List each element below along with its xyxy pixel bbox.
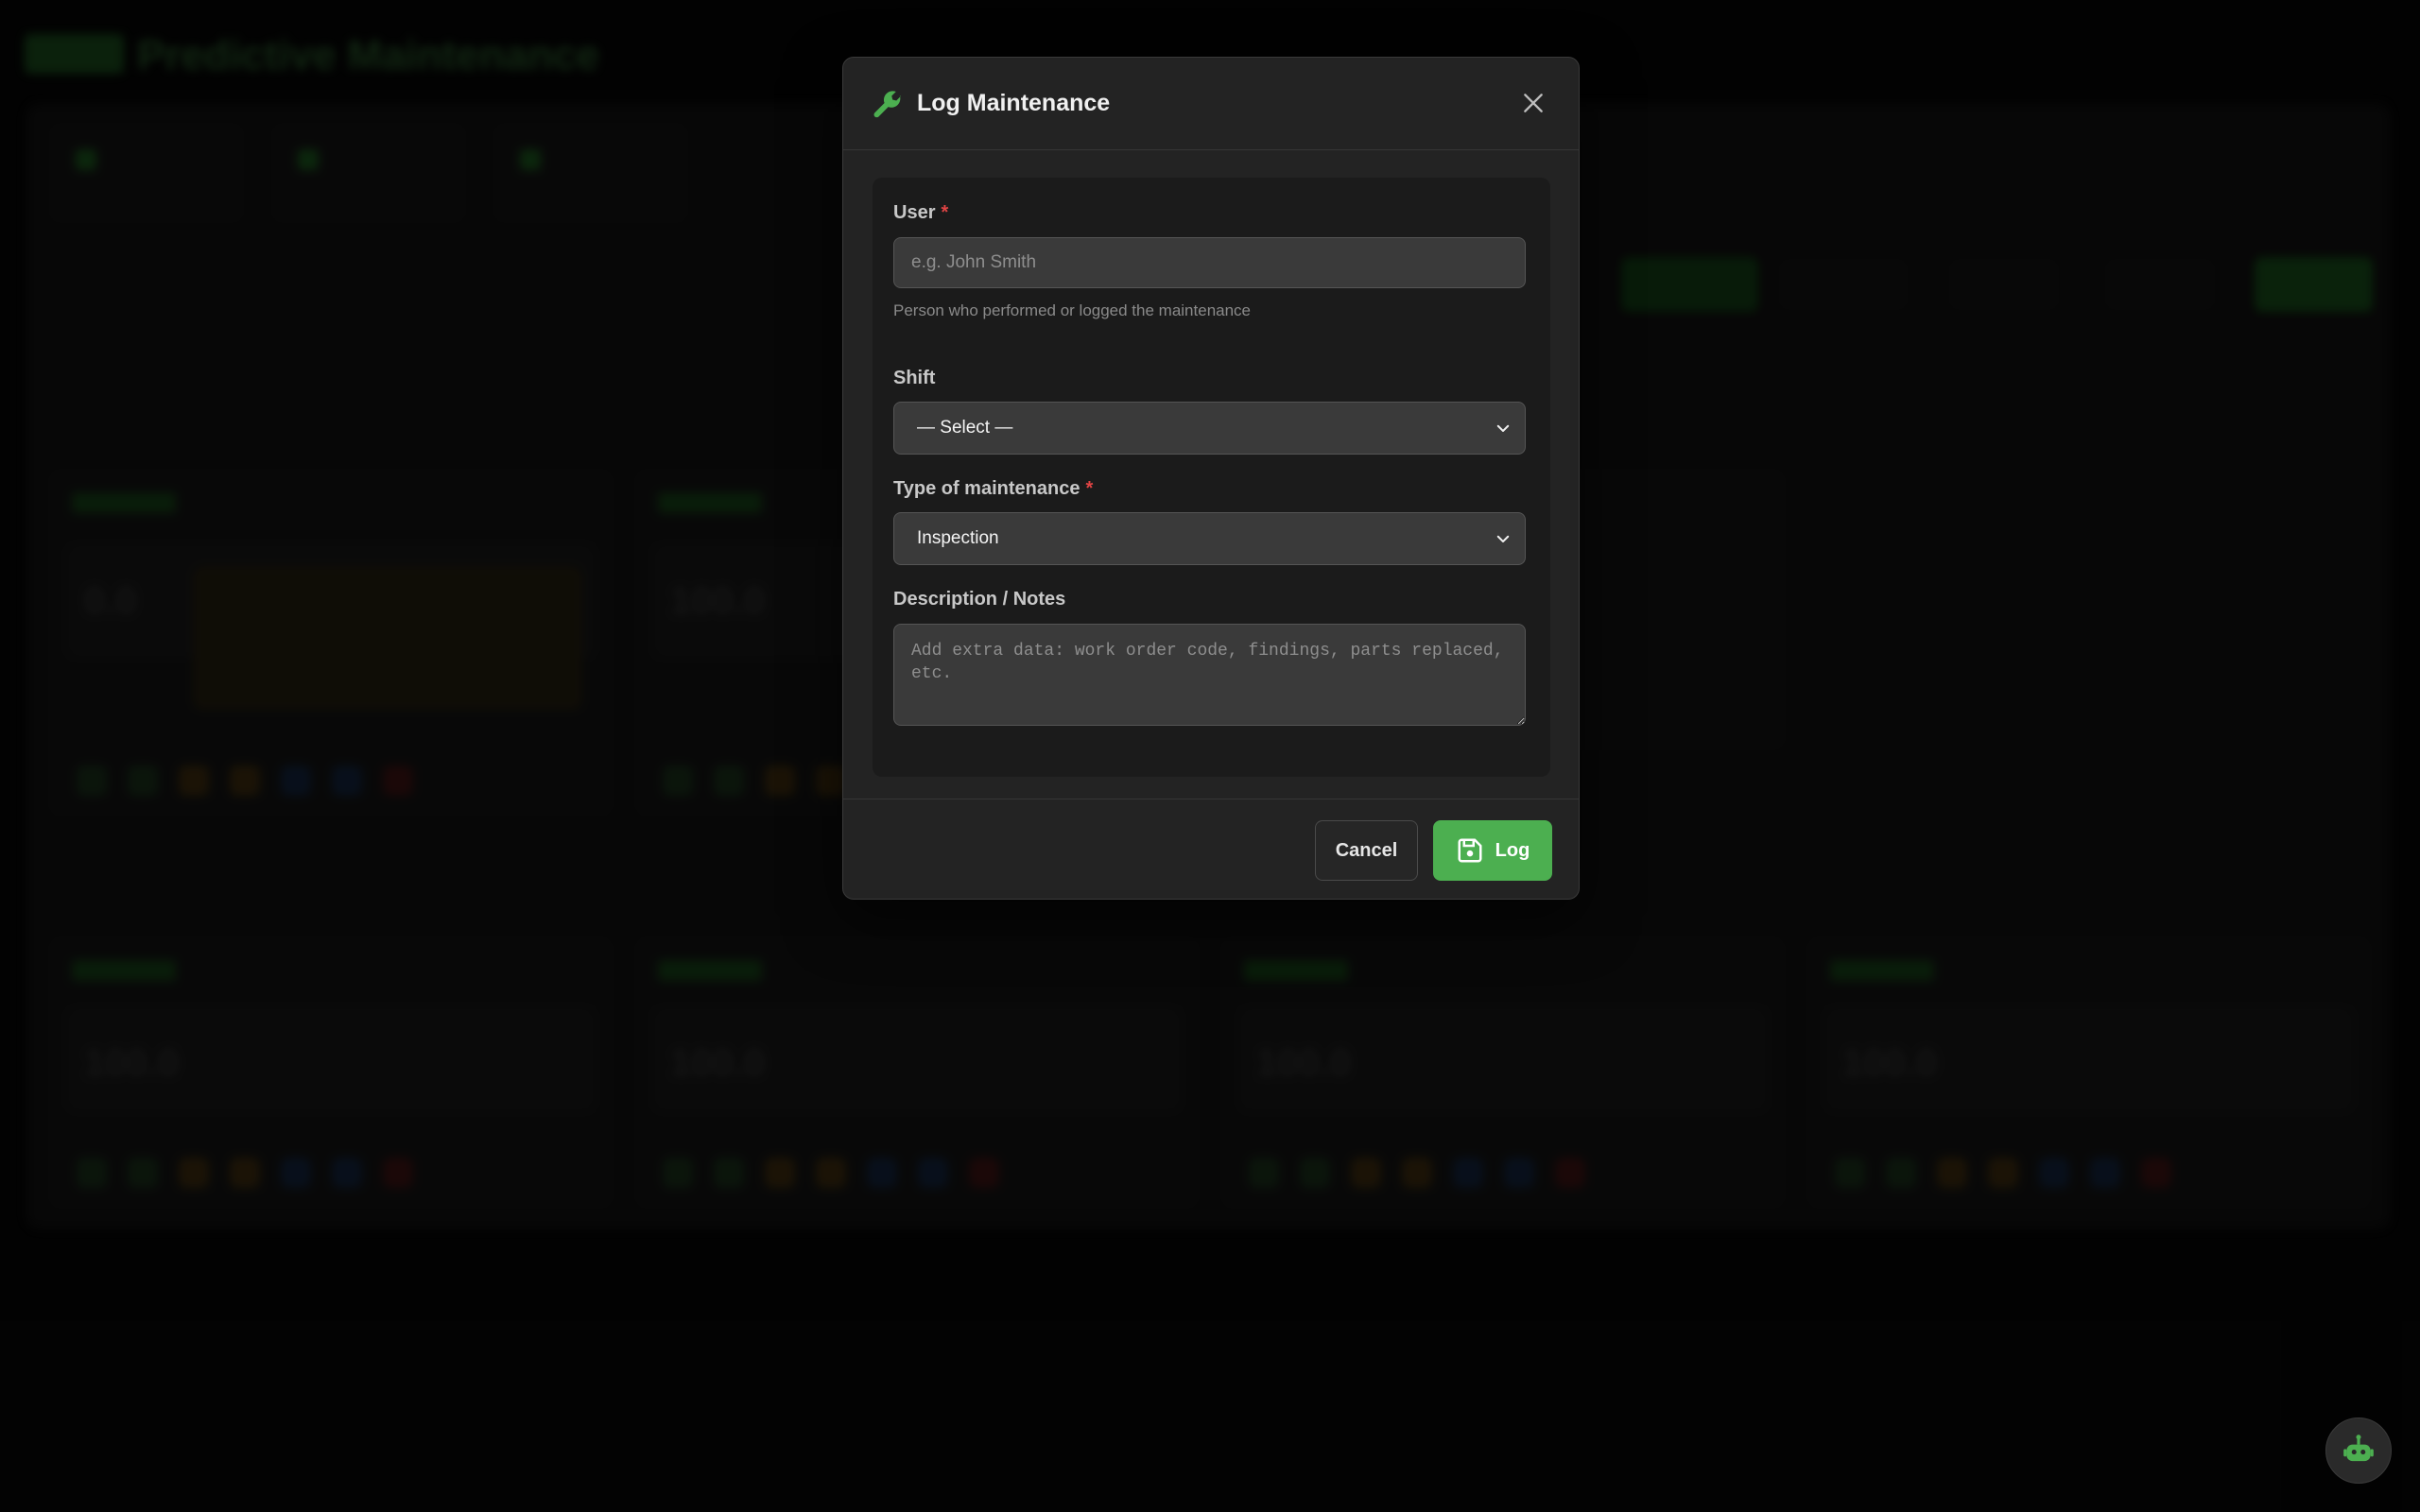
log-button[interactable]: Log [1433, 820, 1552, 881]
maintenance-type-selected-value: Inspection [917, 528, 999, 548]
notes-label: Description / Notes [893, 589, 1066, 610]
close-icon [1524, 94, 1543, 112]
close-button[interactable] [1516, 86, 1550, 120]
log-button-label: Log [1495, 839, 1530, 861]
shift-select[interactable]: — Select — [893, 402, 1526, 455]
user-label: User * [893, 202, 949, 223]
log-maintenance-dialog: Log Maintenance User* Person who perform… [842, 57, 1580, 900]
dialog-header: Log Maintenance [843, 58, 1579, 150]
save-icon [1458, 838, 1482, 863]
dialog-title: Log Maintenance [917, 90, 1111, 116]
chevron-down-icon [1496, 424, 1510, 432]
cancel-button[interactable]: Cancel [1315, 820, 1418, 881]
assistant-button[interactable] [2325, 1418, 2392, 1484]
maintenance-type-select[interactable]: Inspection [893, 512, 1526, 565]
maintenance-form: User* Person who performed or logged the… [873, 178, 1550, 777]
chevron-down-icon [1496, 535, 1510, 542]
wrench-icon [873, 90, 901, 117]
required-mark: * [1085, 478, 1094, 499]
notes-textarea[interactable] [893, 624, 1526, 726]
user-input[interactable] [893, 237, 1526, 288]
robot-icon [2343, 1435, 2374, 1462]
maintenance-type-label: Type of maintenance * [893, 478, 1094, 499]
required-mark: * [941, 202, 949, 223]
dialog-footer: Cancel Log [843, 799, 1579, 899]
shift-label: Shift [893, 368, 936, 388]
shift-selected-value: — Select — [917, 418, 1013, 438]
user-hint: Person who performed or logged the maint… [893, 301, 1252, 319]
